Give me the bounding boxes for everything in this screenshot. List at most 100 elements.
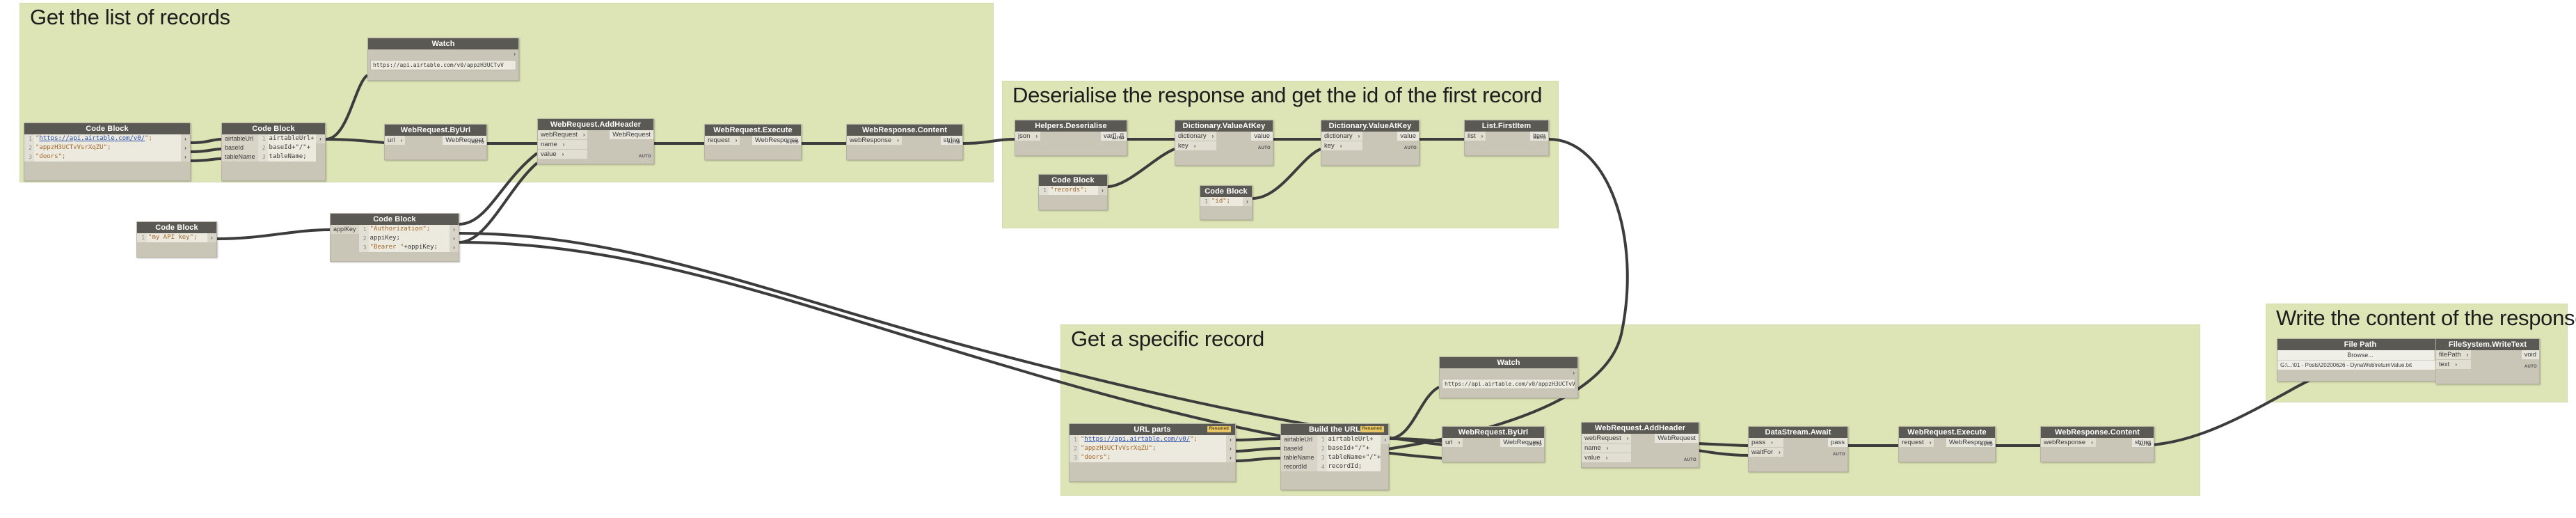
output-port-pass[interactable]: pass <box>1827 438 1847 447</box>
node-dictionary-valueatkey-1[interactable]: Dictionary.ValueAtKey dictionary › key › v… <box>1175 120 1273 166</box>
node-code-block-authorization[interactable]: Code Block appiKey 1 "Authorization"; 2 ap… <box>330 213 459 262</box>
node-dictionary-valueatkey-2[interactable]: Dictionary.ValueAtKey dictionary › key › v… <box>1321 120 1420 166</box>
node-title: Watch <box>1440 357 1577 368</box>
chevron-right-icon: › <box>400 137 403 143</box>
chevron-right-icon: › <box>1771 439 1773 446</box>
input-port-name[interactable]: name › <box>1582 444 1632 453</box>
code-editor[interactable]: 1 "id"; <box>1200 197 1243 206</box>
node-webrequest-addheader-bottom[interactable]: WebRequest.AddHeader webRequest › name › v… <box>1581 422 1699 468</box>
output-port-WebRequest[interactable]: WebRequest <box>1655 434 1699 443</box>
output-port-WebRequest[interactable]: WebRequest <box>610 130 653 139</box>
input-port-list[interactable]: list › <box>1465 132 1486 141</box>
node-webrequest-byurl-top[interactable]: WebRequest.ByUrl url › WebRequest AUTO <box>384 124 487 160</box>
input-port-baseId[interactable]: baseId <box>222 143 258 152</box>
input-port-webRequest[interactable]: webRequest › <box>538 130 588 139</box>
code-line: "Authorization"; <box>369 226 431 233</box>
input-port-appiKey[interactable]: appiKey <box>331 225 359 234</box>
input-port-recordId[interactable]: recordId <box>1281 462 1317 471</box>
output-port[interactable]: › <box>316 134 325 143</box>
output-port[interactable]: › <box>207 233 216 242</box>
code-editor[interactable]: 1 "https://api.airtable.com/v0/"; 2 "appzH… <box>24 134 181 162</box>
node-code-block-records[interactable]: Code Block 1 "records"; › <box>1038 174 1108 210</box>
output-port[interactable]: › <box>181 152 190 162</box>
input-port-dictionary[interactable]: dictionary › <box>1175 132 1217 141</box>
node-webrequest-addheader-top[interactable]: WebRequest.AddHeader webRequest › name › v… <box>537 118 654 164</box>
url-literal[interactable]: https://api.airtable.com/v0/ <box>39 135 145 142</box>
output-port[interactable]: › <box>450 243 459 252</box>
node-code-block-api-key[interactable]: Code Block 1 "my API key"; › <box>136 221 217 258</box>
port-label: webResponse <box>850 136 892 144</box>
code-editor[interactable]: 1 "Authorization"; 2 appiKey; 3 "Bearer "+a… <box>358 225 450 252</box>
node-code-block-build-url-bottom[interactable]: Build the URL Renamed airtableUrl baseId… <box>1280 423 1390 490</box>
input-port-url[interactable]: url › <box>385 136 406 145</box>
node-filesystem-writetext[interactable]: FileSystem.WriteText filePath › text › voi… <box>2435 338 2540 384</box>
input-port-value[interactable]: value › <box>1582 453 1632 462</box>
input-port-waitFor[interactable]: waitFor › <box>1749 448 1783 457</box>
input-port-url[interactable]: url › <box>1442 438 1463 447</box>
code-line: "doors"; <box>35 153 66 160</box>
node-webrequest-execute-top[interactable]: WebRequest.Execute request › WebResponse … <box>704 124 802 160</box>
line-number: 4 <box>1317 462 1327 471</box>
input-port-value[interactable]: value › <box>538 150 588 159</box>
input-port-text[interactable]: text › <box>2436 360 2472 369</box>
node-code-block-id[interactable]: Code Block 1 "id"; › <box>1200 185 1253 220</box>
input-port-json[interactable]: json › <box>1015 132 1041 141</box>
output-port-void[interactable]: void <box>2521 350 2539 359</box>
output-port[interactable]: › <box>1226 444 1235 453</box>
output-port[interactable]: › <box>450 225 459 234</box>
input-port-dictionary[interactable]: dictionary › <box>1321 132 1363 141</box>
node-webrequest-execute-bottom[interactable]: WebRequest.Execute request › WebResponse … <box>1898 426 1996 462</box>
browse-button[interactable]: Browse... <box>2277 350 2443 360</box>
output-port-value[interactable]: value <box>1251 132 1273 141</box>
input-port-key[interactable]: key › <box>1321 141 1363 150</box>
input-port-webResponse[interactable]: webResponse › <box>2041 438 2096 447</box>
output-port[interactable]: › <box>1243 197 1252 206</box>
output-port[interactable]: › <box>181 143 190 152</box>
code-line: "id"; <box>1211 198 1231 205</box>
url-literal[interactable]: https://api.airtable.com/v0/ <box>1084 436 1190 443</box>
node-webresponse-content-top[interactable]: WebResponse.Content webResponse › string … <box>846 124 963 160</box>
output-port[interactable]: › <box>1098 186 1107 195</box>
node-code-block-build-url-top[interactable]: Code Block airtableUrl baseId tableName … <box>221 123 326 181</box>
input-port-request[interactable]: request › <box>1899 438 1934 447</box>
line-number: 1 <box>1070 435 1079 444</box>
node-code-block-url-parts-top[interactable]: Code Block 1 "https://api.airtable.com/v0… <box>24 123 191 181</box>
node-datastream-await[interactable]: DataStream.Await pass › waitFor › pass AUT… <box>1748 426 1848 472</box>
code-editor[interactable]: 1 airtableUrl+ 2 baseId+"/"+ 3 tableName+"/… <box>1317 435 1381 471</box>
code-editor[interactable]: 1 "https://api.airtable.com/v0/"; 2 "appzH… <box>1070 435 1226 462</box>
input-port-pass[interactable]: pass › <box>1749 438 1783 447</box>
output-port[interactable]: › <box>450 234 459 243</box>
node-file-path[interactable]: File Path Browse... › G:\...\01 - Posts\… <box>2277 338 2444 382</box>
input-port-tableName[interactable]: tableName <box>1281 453 1317 462</box>
input-port-baseId[interactable]: baseId <box>1281 444 1317 453</box>
output-port[interactable]: › <box>181 134 190 143</box>
dynamo-canvas[interactable]: Get the list of records Deserialise the … <box>0 0 2576 518</box>
watch-input-row[interactable]: › <box>368 49 518 59</box>
input-port-webRequest[interactable]: webRequest › <box>1582 434 1632 443</box>
node-watch-top[interactable]: Watch › https://api.airtable.com/v0/appz… <box>367 38 519 81</box>
node-watch-bottom[interactable]: Watch › https://api.airtable.com/v0/appz… <box>1439 356 1578 398</box>
output-port[interactable]: › <box>1226 435 1235 444</box>
input-port-webResponse[interactable]: webResponse › <box>847 136 902 145</box>
node-title: Helpers.Deserialise <box>1015 120 1127 132</box>
code-editor[interactable]: 1 "records"; <box>1039 186 1098 195</box>
input-port-request[interactable]: request › <box>705 136 740 145</box>
input-port-key[interactable]: key › <box>1175 141 1217 150</box>
watch-input-row[interactable]: › <box>1440 368 1577 378</box>
node-list-firstitem[interactable]: List.FirstItem list › item AUTO <box>1464 120 1549 156</box>
input-port-airtableUrl[interactable]: airtableUrl <box>222 134 258 143</box>
input-port-airtableUrl[interactable]: airtableUrl <box>1281 435 1317 444</box>
node-helpers-deserialise[interactable]: Helpers.Deserialise json › var[]..[] AUTO <box>1015 120 1127 156</box>
input-port-filePath[interactable]: filePath › <box>2436 350 2472 359</box>
code-editor[interactable]: 1 airtableUrl+ 2 baseId+"/"+ 3 tableName; <box>257 134 316 162</box>
input-port-name[interactable]: name › <box>538 140 588 149</box>
port-label: request <box>708 136 730 144</box>
code-editor[interactable]: 1 "my API key"; <box>137 233 207 242</box>
output-port-value[interactable]: value <box>1397 132 1419 141</box>
output-port[interactable]: › <box>1381 435 1390 444</box>
node-webrequest-byurl-bottom[interactable]: WebRequest.ByUrl url › WebRequest AUTO <box>1442 426 1545 462</box>
input-port-tableName[interactable]: tableName <box>222 152 258 162</box>
output-port[interactable]: › <box>1226 453 1235 462</box>
node-code-block-url-parts-bottom[interactable]: URL parts Renamed 1 "https://api.airtable… <box>1069 423 1236 482</box>
node-webresponse-content-bottom[interactable]: WebResponse.Content webResponse › string … <box>2040 426 2154 462</box>
